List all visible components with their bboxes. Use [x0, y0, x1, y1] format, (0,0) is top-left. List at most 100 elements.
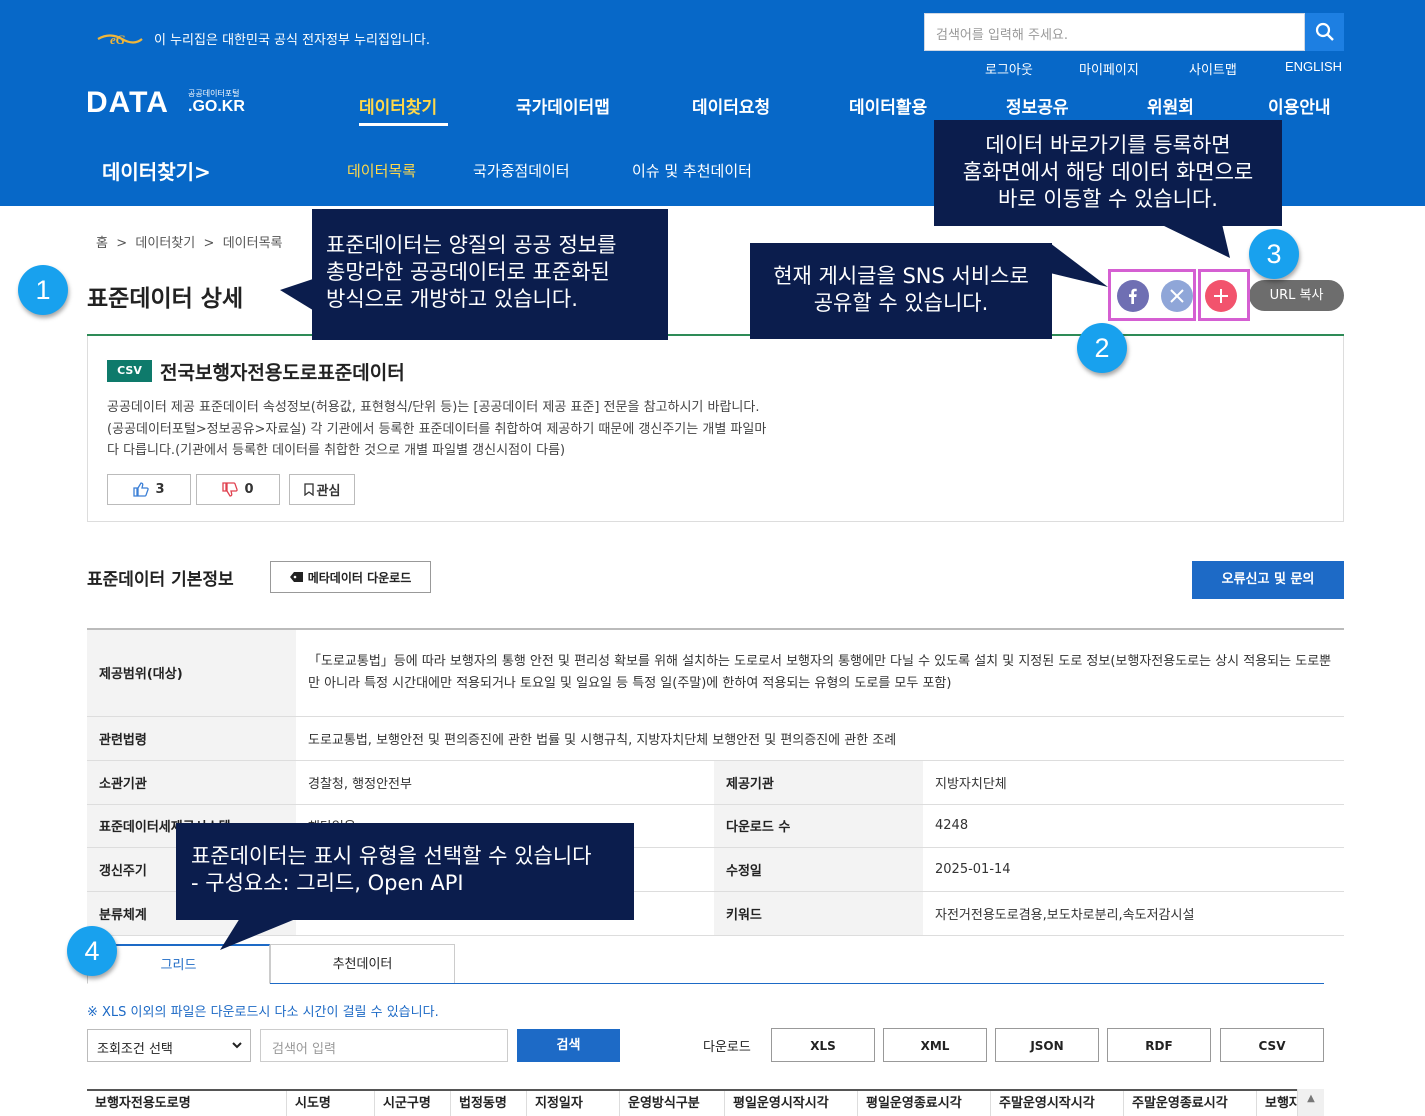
chevron-right-icon: >: [112, 236, 132, 251]
basic-info-title: 표준데이터 기본정보: [87, 570, 234, 590]
grid-col-header[interactable]: 시군구명: [375, 1091, 451, 1116]
grid-scrollbar[interactable]: ▲: [1297, 1089, 1324, 1116]
section-title: 데이터찾기>: [102, 156, 211, 185]
data-title: 전국보행자전용도로표준데이터: [160, 362, 405, 384]
breadcrumb: 홈 > 데이터찾기 > 데이터목록: [96, 232, 283, 251]
callout-4-tail: [220, 918, 298, 950]
download-label: 다운로드: [703, 1040, 751, 1055]
grid-col-header[interactable]: 시도명: [287, 1091, 375, 1116]
download-json-button[interactable]: JSON: [995, 1028, 1099, 1062]
gnb-national-data-map[interactable]: 국가데이터맵: [516, 93, 610, 118]
table-row: 소관기관 경찰청, 행정안전부 제공기관 지방자치단체: [87, 760, 1344, 805]
shortcut-highlight-box: [1198, 269, 1250, 321]
like-button[interactable]: 3: [107, 474, 191, 505]
interest-label: 관심: [316, 484, 341, 499]
english-link[interactable]: ENGLISH: [1285, 59, 1342, 74]
section-title-text: 데이터찾기: [102, 160, 194, 184]
keyword-value: 자전거전용도로겸용,보도차로분리,속도저감시설: [923, 891, 1344, 936]
dislike-button[interactable]: 0: [196, 474, 280, 505]
gnb-committee[interactable]: 위원회: [1147, 93, 1194, 118]
bookmark-icon: [303, 483, 314, 496]
breadcrumb-data-search[interactable]: 데이터찾기: [135, 236, 195, 251]
grid-keyword-input[interactable]: 검색어 입력: [260, 1029, 508, 1062]
callout-1-tail: [280, 278, 316, 312]
download-xml-button[interactable]: XML: [883, 1028, 987, 1062]
lnb-data-list[interactable]: 데이터목록: [347, 160, 416, 181]
download-xls-button[interactable]: XLS: [771, 1028, 875, 1062]
callout-1: 표준데이터는 양질의 공공 정보를 총망라한 공공데이터로 표준화된 방식으로 …: [312, 209, 668, 340]
logo-main-text: DATA: [86, 86, 169, 119]
gnb-info-share[interactable]: 정보공유: [1006, 93, 1069, 118]
thumbs-down-icon: [222, 482, 239, 497]
modified-label: 수정일: [714, 847, 923, 892]
breadcrumb-home[interactable]: 홈: [96, 236, 108, 251]
grid-col-header[interactable]: 평일운영종료시각: [858, 1091, 991, 1116]
interest-button[interactable]: 관심: [289, 474, 355, 505]
header-search-input[interactable]: 검색어를 입력해 주세요.: [924, 13, 1305, 51]
downloads-label: 다운로드 수: [714, 804, 923, 848]
site-logo[interactable]: DATA 공공데이터포털 .GO.KR: [86, 86, 245, 120]
tab-recommend[interactable]: 추천데이터: [270, 944, 455, 984]
sitemap-link[interactable]: 사이트맵: [1189, 59, 1237, 78]
gnb-data-request[interactable]: 데이터요청: [692, 93, 770, 118]
lnb-issue-recommend[interactable]: 이슈 및 추천데이터: [632, 160, 752, 181]
metadata-download-label: 메타데이터 다운로드: [307, 570, 412, 585]
law-label: 관련법령: [87, 716, 296, 761]
url-copy-button[interactable]: URL 복사: [1249, 280, 1344, 311]
agency-value: 경찰청, 행정안전부: [296, 760, 714, 805]
callout-3: 데이터 바로가기를 등록하면 홈화면에서 해당 데이터 화면으로 바로 이동할 …: [934, 120, 1282, 226]
gnb-data-use[interactable]: 데이터활용: [849, 93, 927, 118]
dislike-count: 0: [244, 482, 254, 497]
breadcrumb-data-list[interactable]: 데이터목록: [223, 236, 283, 251]
grid-col-header[interactable]: 운영방식구분: [620, 1091, 725, 1116]
grid-col-header[interactable]: 지정일자: [527, 1091, 620, 1116]
agency-label: 소관기관: [87, 760, 296, 805]
download-csv-button[interactable]: CSV: [1220, 1028, 1324, 1062]
tag-icon: [289, 572, 303, 582]
condition-select-value: 조회조건 선택: [97, 1042, 173, 1057]
chevron-right-icon: >: [199, 236, 219, 251]
logo-small-bottom: .GO.KR: [188, 98, 245, 115]
grid-search-button[interactable]: 검색: [517, 1029, 620, 1062]
lnb-national-key-data[interactable]: 국가중점데이터: [473, 160, 570, 181]
callout-4: 표준데이터는 표시 유형을 선택할 수 있습니다 - 구성요소: 그리드, Op…: [176, 823, 634, 920]
metadata-download-button[interactable]: 메타데이터 다운로드: [270, 561, 431, 593]
table-row: 제공범위(대상) 「도로교통법」등에 따라 보행자의 통행 안전 및 편리성 확…: [87, 629, 1344, 717]
thumbs-up-icon: [133, 482, 150, 497]
error-report-button[interactable]: 오류신고 및 문의: [1192, 561, 1344, 599]
page-title: 표준데이터 상세: [87, 286, 244, 312]
callout-badge-3: 3: [1249, 229, 1299, 279]
header-search-button[interactable]: [1305, 13, 1344, 51]
callout-badge-4: 4: [67, 926, 117, 976]
scroll-up-icon: ▲: [1307, 1093, 1315, 1104]
search-icon: [1315, 22, 1334, 41]
chevron-right-icon: >: [194, 160, 211, 184]
scope-value: 「도로교통법」등에 따라 보행자의 통행 안전 및 편리성 확보를 위해 설치하…: [296, 629, 1344, 717]
grid-col-header[interactable]: 주말운영종료시각: [1124, 1091, 1257, 1116]
grid-col-header[interactable]: 보행자전용도로명: [87, 1091, 287, 1116]
gnb-guide[interactable]: 이용안내: [1268, 93, 1331, 118]
scope-label: 제공범위(대상): [87, 629, 296, 717]
sns-highlight-box: [1108, 269, 1196, 321]
chevron-down-icon: [232, 1042, 242, 1049]
svg-text:eG: eG: [110, 32, 126, 47]
callout-2: 현재 게시글을 SNS 서비스로 공유할 수 있습니다.: [750, 243, 1052, 339]
condition-select[interactable]: 조회조건 선택: [87, 1029, 251, 1062]
provider-value: 지방자치단체: [923, 760, 1344, 805]
callout-2-tail: [1050, 243, 1108, 287]
grid-col-header[interactable]: 주말운영시작시각: [991, 1091, 1124, 1116]
grid-col-header[interactable]: 법정동명: [451, 1091, 527, 1116]
downloads-value: 4248: [923, 804, 1344, 848]
gnb-data-search[interactable]: 데이터찾기: [359, 93, 437, 118]
law-value: 도로교통법, 보행안전 및 편의증진에 관한 법률 및 시행규칙, 지방자치단체…: [296, 716, 1344, 761]
download-rdf-button[interactable]: RDF: [1107, 1028, 1211, 1062]
table-row: 관련법령 도로교통법, 보행안전 및 편의증진에 관한 법률 및 시행규칙, 지…: [87, 716, 1344, 761]
format-badge: CSV: [107, 360, 152, 382]
gnb-active-underline: [359, 123, 448, 126]
provider-label: 제공기관: [714, 760, 923, 805]
grid-col-header[interactable]: 평일운영시작시각: [725, 1091, 858, 1116]
callout-badge-1: 1: [18, 265, 68, 315]
mypage-link[interactable]: 마이페이지: [1079, 59, 1139, 78]
logout-link[interactable]: 로그아웃: [985, 59, 1033, 78]
keyword-label: 키워드: [714, 891, 923, 936]
